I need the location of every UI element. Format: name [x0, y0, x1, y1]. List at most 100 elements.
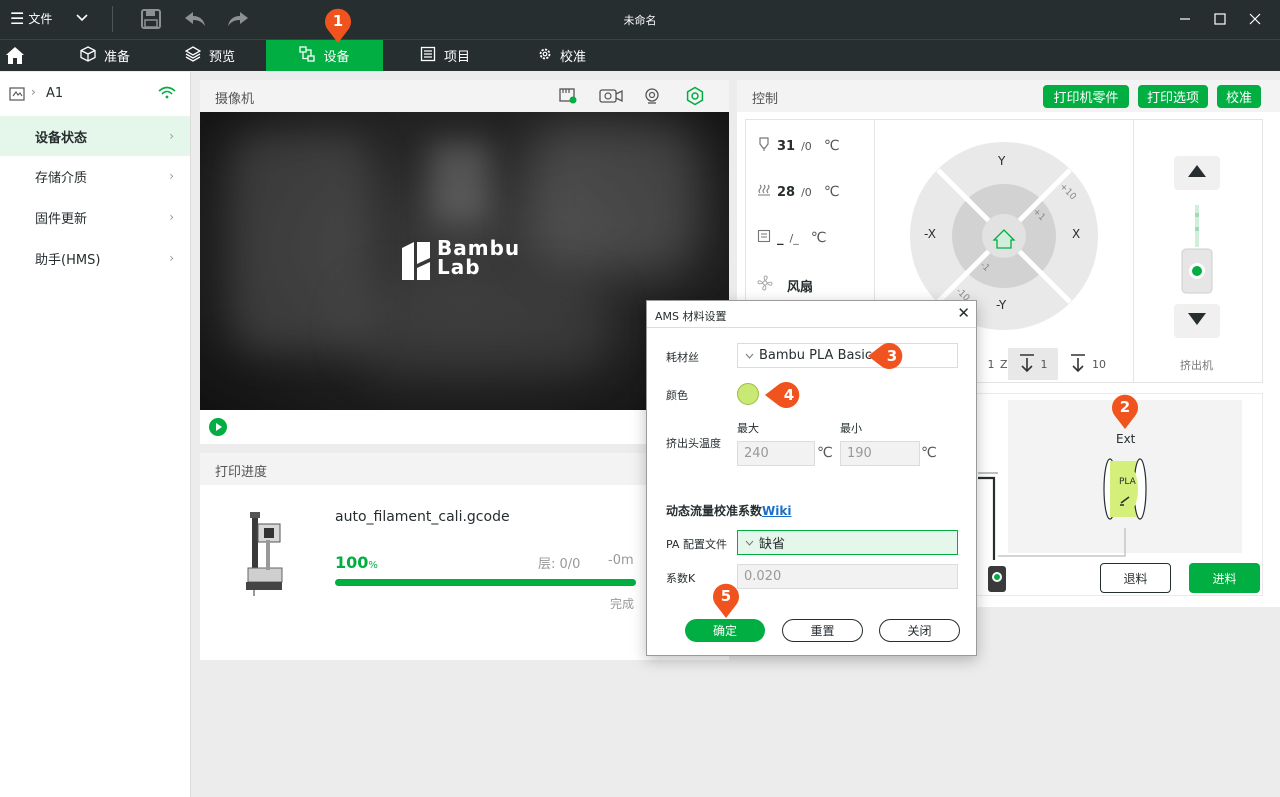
- undo-icon[interactable]: [183, 7, 207, 31]
- bed-temp[interactable]: 28 /0 ℃: [757, 182, 840, 202]
- close-button[interactable]: 关闭: [879, 619, 960, 642]
- timelapse-icon[interactable]: [597, 85, 625, 107]
- file-menu-label: 文件: [28, 12, 53, 26]
- printer-parts-button[interactable]: 打印机零件: [1043, 85, 1129, 108]
- annotation-marker-4: 4: [764, 380, 800, 410]
- progress-bar: [335, 579, 636, 586]
- chamber-temp[interactable]: _ /_ ℃: [757, 228, 826, 248]
- max-temp-input[interactable]: 240: [737, 441, 815, 466]
- pa-profile-label: PA 配置文件: [666, 538, 727, 551]
- filament-path: [978, 472, 1126, 560]
- chevron-right-icon: ›: [31, 85, 36, 99]
- chamber-temp-value: _: [777, 230, 784, 246]
- nozzle-temp[interactable]: 31 /0 ℃: [757, 136, 840, 156]
- z-down-10-label: 10: [1092, 357, 1106, 371]
- device-selector[interactable]: › A1: [0, 82, 191, 106]
- play-icon[interactable]: [208, 417, 228, 441]
- close-icon[interactable]: ✕: [957, 304, 970, 322]
- k-factor-input[interactable]: 0.020: [737, 564, 958, 589]
- z-down-1-label: 1: [1040, 357, 1048, 371]
- minimize-icon[interactable]: [1173, 8, 1197, 30]
- confirm-button[interactable]: 确定: [685, 619, 765, 642]
- jog-y-label: Y: [998, 154, 1006, 168]
- tab-calibration[interactable]: 校准: [522, 40, 602, 71]
- max-temp-label: 最大: [737, 422, 759, 435]
- flow-calibration-title-text: 动态流量校准系数: [666, 504, 763, 518]
- marker-number: 4: [783, 386, 795, 404]
- tab-prepare[interactable]: 准备: [50, 40, 160, 71]
- print-options-button[interactable]: 打印选项: [1138, 85, 1208, 108]
- z-down-1-button[interactable]: 1: [1008, 348, 1058, 380]
- device-name: A1: [46, 86, 64, 101]
- control-title: 控制: [752, 92, 779, 107]
- sidebar-item-hms[interactable]: 助手(HMS) ›: [0, 238, 190, 278]
- extrude-down-button[interactable]: [1174, 304, 1220, 338]
- sidebar-item-label: 助手(HMS): [35, 252, 101, 268]
- close-window-icon[interactable]: [1243, 8, 1267, 30]
- wifi-icon: [158, 86, 176, 104]
- chevron-down-icon: [745, 535, 754, 550]
- filament-select[interactable]: Bambu PLA Basic: [737, 343, 958, 368]
- progress-percent-unit: %: [368, 560, 378, 571]
- sidebar-item-storage[interactable]: 存储介质 ›: [0, 156, 190, 196]
- load-button[interactable]: 进料: [1189, 563, 1260, 593]
- sd-card-icon[interactable]: [557, 85, 579, 107]
- home-icon[interactable]: [4, 44, 26, 66]
- filament-label: 耗材丝: [666, 351, 699, 364]
- wiki-link[interactable]: Wiki: [762, 504, 791, 518]
- ext-label: Ext: [1116, 432, 1136, 446]
- tab-prepare-label: 准备: [103, 50, 130, 65]
- print-progress-title: 打印进度: [215, 465, 268, 480]
- nozzle-temp-target: /0: [801, 139, 812, 153]
- calibrate-button[interactable]: 校准: [1217, 85, 1261, 108]
- extrude-up-button[interactable]: [1174, 156, 1220, 190]
- unload-button[interactable]: 退料: [1100, 563, 1171, 593]
- marker-number: 1: [332, 12, 344, 30]
- fan-label: 风扇: [787, 279, 814, 295]
- color-swatch[interactable]: [737, 383, 759, 405]
- hamburger-icon: ☰: [10, 8, 25, 28]
- maximize-icon[interactable]: [1208, 8, 1232, 30]
- z-down-10-button[interactable]: 10: [1061, 348, 1115, 380]
- sidebar-item-device-status[interactable]: 设备状态 ›: [0, 116, 190, 156]
- tab-preview[interactable]: 预览: [165, 40, 255, 71]
- tab-device-label: 设备: [323, 50, 350, 65]
- toolbar-divider: [112, 6, 113, 32]
- webcam-icon[interactable]: [641, 85, 663, 107]
- camera-settings-icon[interactable]: [684, 85, 706, 107]
- layers-icon: [184, 45, 202, 66]
- tab-project-label: 项目: [443, 50, 470, 65]
- tab-project[interactable]: 项目: [405, 40, 485, 71]
- k-factor-label: 系数K: [666, 572, 696, 585]
- arrow-down-icon: [1019, 353, 1035, 375]
- project-icon: [420, 46, 436, 66]
- sensor-icon: [988, 566, 1006, 592]
- camera-header: 摄像机: [200, 80, 729, 112]
- tab-device[interactable]: 设备: [266, 40, 383, 71]
- save-icon[interactable]: [139, 7, 163, 31]
- arrow-down-icon: [1070, 353, 1086, 375]
- chevron-down-icon: [745, 348, 754, 363]
- annotation-marker-1: 1: [323, 6, 353, 44]
- chevron-down-icon[interactable]: [76, 11, 88, 25]
- camera-panel: 摄像机: [200, 80, 729, 112]
- chevron-right-icon: ›: [169, 129, 174, 143]
- sidebar-item-firmware[interactable]: 固件更新 ›: [0, 197, 190, 237]
- file-menu[interactable]: ☰ 文件: [10, 10, 52, 27]
- heatbed-icon: [757, 183, 777, 201]
- fan-control[interactable]: 风扇: [757, 275, 813, 295]
- tab-calibration-label: 校准: [559, 50, 586, 65]
- tab-preview-label: 预览: [208, 50, 235, 65]
- temp-unit: ℃: [823, 138, 840, 154]
- color-label: 颜色: [666, 389, 688, 402]
- triangle-down-icon: [1187, 312, 1207, 330]
- printer-thumbnail: [244, 510, 284, 596]
- cube-icon: [80, 45, 96, 66]
- divider: [1133, 120, 1134, 382]
- reset-button[interactable]: 重置: [782, 619, 863, 642]
- flow-calibration-title: 动态流量校准系数Wiki: [666, 502, 791, 519]
- redo-icon[interactable]: [226, 7, 250, 31]
- main-nav: 准备 预览 设备 项目 校准: [0, 39, 1280, 71]
- min-temp-input[interactable]: 190: [840, 441, 920, 466]
- pa-profile-select[interactable]: 缺省: [737, 530, 958, 555]
